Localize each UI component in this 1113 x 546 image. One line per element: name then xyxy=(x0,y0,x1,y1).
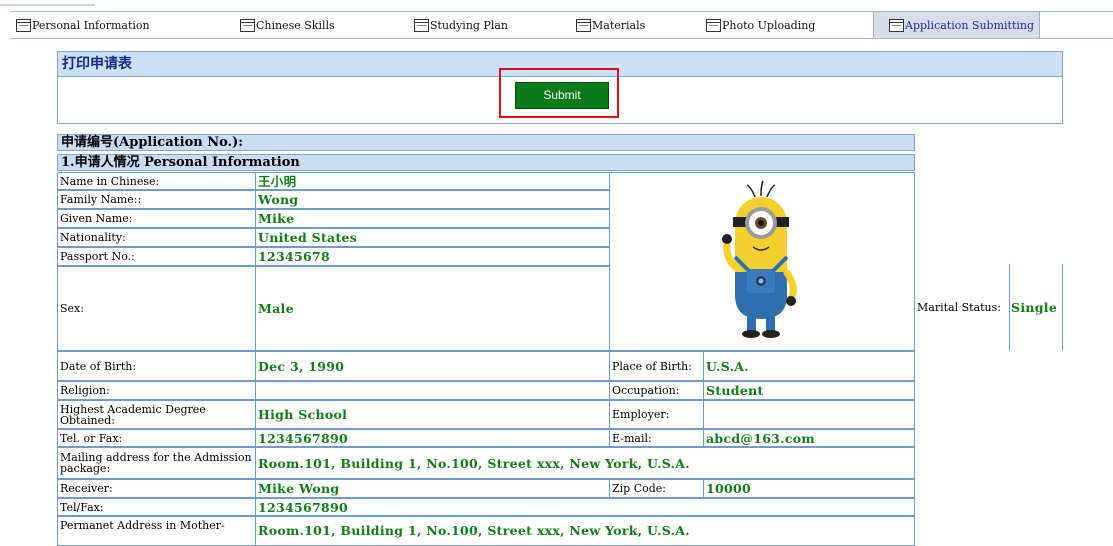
window-icon xyxy=(240,18,255,32)
window-icon xyxy=(706,18,721,32)
value-permanent-address: Room.101, Building 1, No.100, Street xxx… xyxy=(255,516,915,546)
label-family-name: Family Name:: xyxy=(57,190,256,209)
label-tel-fax-2: Tel/Fax: xyxy=(57,498,256,516)
value-religion xyxy=(255,381,610,400)
label-date-of-birth: Date of Birth: xyxy=(57,351,256,381)
label-mailing-address: Mailing address for the Admission packag… xyxy=(57,447,256,479)
label-place-of-birth: Place of Birth: xyxy=(609,351,704,381)
label-occupation: Occupation: xyxy=(609,381,704,400)
tab-materials[interactable]: Materials xyxy=(576,12,645,38)
minion-photo-icon xyxy=(722,180,797,338)
value-given-name: Mike xyxy=(255,209,610,228)
tab-application-submitting[interactable]: Application Submitting xyxy=(873,12,1040,38)
label-permanent-address: Permanet Address in Mother- xyxy=(57,516,256,546)
value-date-of-birth: Dec 3, 1990 xyxy=(255,351,610,381)
window-icon xyxy=(889,18,904,32)
label-given-name: Given Name: xyxy=(57,209,256,228)
label-employer: Employer: xyxy=(609,400,704,429)
label-receiver: Receiver: xyxy=(57,479,256,498)
value-mailing-address: Room.101, Building 1, No.100, Street xxx… xyxy=(255,447,915,479)
value-family-name: Wong xyxy=(255,190,610,209)
submit-highlight xyxy=(499,68,619,118)
value-sex: Male xyxy=(255,266,610,351)
label-nationality: Nationality: xyxy=(57,228,256,247)
section-personal-information-header: 1.申请人情况 Personal Information xyxy=(57,154,915,171)
label-religion: Religion: xyxy=(57,381,256,400)
value-employer xyxy=(703,400,915,429)
tab-photo-uploading[interactable]: Photo Uploading xyxy=(706,12,815,38)
value-tel-fax: 1234567890 xyxy=(255,429,610,447)
window-icon xyxy=(16,18,31,32)
value-name-chinese: 王小明 xyxy=(255,172,610,190)
value-tel-fax-2: 1234567890 xyxy=(255,498,915,516)
applicant-photo xyxy=(609,172,915,351)
tab-bar: Personal Information Chinese Skills Stud… xyxy=(10,11,1113,39)
application-number-header: 申请编号(Application No.): xyxy=(57,134,915,151)
label-passport: Passport No.: xyxy=(57,247,256,266)
value-email: abcd@163.com xyxy=(703,429,915,447)
label-marital-status: Marital Status: xyxy=(914,264,1010,351)
label-zip-code: Zip Code: xyxy=(609,479,704,498)
value-place-of-birth: U.S.A. xyxy=(703,351,915,381)
value-zip-code: 10000 xyxy=(703,479,915,498)
label-email: E-mail: xyxy=(609,429,704,447)
value-highest-degree: High School xyxy=(255,400,610,429)
tab-studying-plan[interactable]: Studying Plan xyxy=(414,12,508,38)
value-occupation: Student xyxy=(703,381,915,400)
value-passport: 12345678 xyxy=(255,247,610,266)
top-divider xyxy=(0,4,95,6)
label-tel-fax: Tel. or Fax: xyxy=(57,429,256,447)
value-nationality: United States xyxy=(255,228,610,247)
window-icon xyxy=(576,18,591,32)
value-receiver: Mike Wong xyxy=(255,479,610,498)
window-icon xyxy=(414,18,429,32)
tab-personal-information[interactable]: Personal Information xyxy=(16,12,150,38)
label-highest-degree: Highest Academic Degree Obtained: xyxy=(57,400,256,429)
label-sex: Sex: xyxy=(57,266,256,351)
label-name-chinese: Name in Chinese: xyxy=(57,172,256,190)
value-marital-status: Single xyxy=(1009,264,1063,351)
tab-chinese-skills[interactable]: Chinese Skills xyxy=(240,12,335,38)
